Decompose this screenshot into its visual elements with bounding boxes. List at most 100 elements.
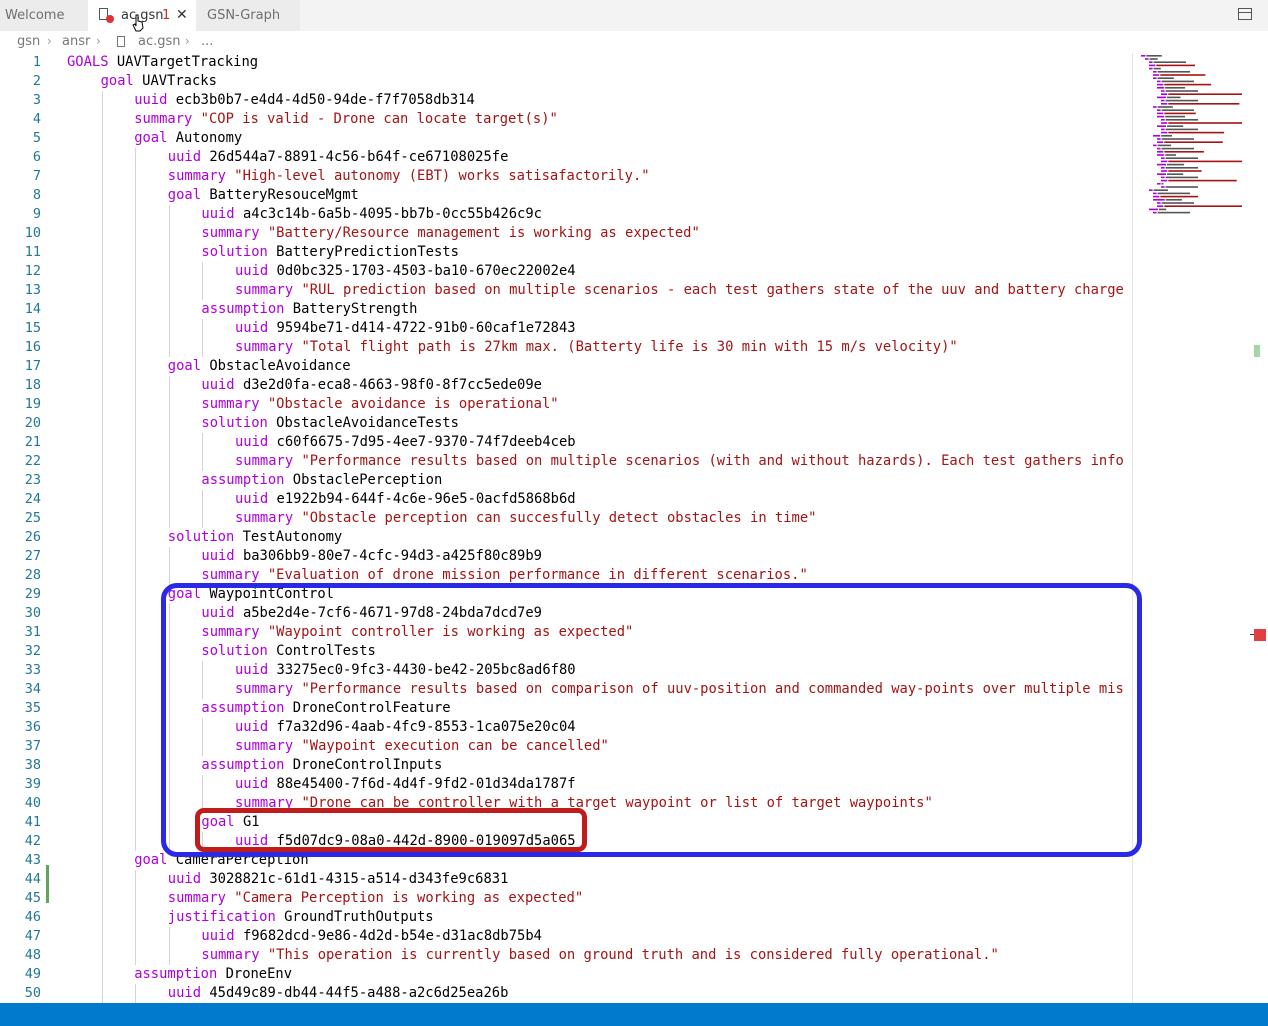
indent-guide: [168, 927, 170, 946]
code-line: solution ControlTests: [201, 642, 375, 661]
indent-guide: [101, 91, 103, 110]
identifier-token: d3e2d0fa-eca8-4663-98f0-8f7cc5ede09e: [242, 377, 542, 393]
keyword-token: solution: [201, 643, 268, 659]
keyword-token: assumption: [134, 966, 218, 982]
indent-guide: [135, 300, 137, 319]
indent-guide: [168, 262, 170, 281]
indent-guide: [135, 224, 137, 243]
keyword-token: uuid: [235, 491, 269, 507]
minimap-token: [1149, 67, 1153, 70]
indent-guide: [168, 452, 170, 471]
indent-guide: [168, 623, 170, 642]
indent-guide: [101, 680, 103, 699]
identifier-token: ObstacleAvoidance: [209, 358, 351, 374]
code-line: summary "High-level autonomy (EBT) works…: [168, 167, 650, 186]
minimap-token: [1153, 211, 1157, 214]
tab-gsn-graph[interactable]: GSN-Graph: [196, 0, 300, 31]
code-line: summary "Drone can be controller with a …: [235, 794, 933, 813]
keyword-token: summary: [235, 795, 294, 811]
minimap-token: [1161, 186, 1165, 188]
code-line: uuid a5be2d4e-7cf6-4671-97d8-24bda7dcd7e…: [201, 604, 542, 623]
keyword-token: summary: [201, 947, 260, 963]
code-line: summary "Battery/Resource management is …: [201, 224, 699, 243]
keyword-token: goal: [167, 586, 202, 602]
minimap-token: [1161, 103, 1168, 105]
identifier-token: f7a32d96-4aab-4fc9-8553-1ca075e20c04: [276, 719, 576, 735]
code-line: assumption BatteryStrength: [201, 300, 417, 319]
keyword-token: uuid: [235, 833, 269, 849]
indent-guide: [168, 813, 170, 832]
indent-guide: [101, 756, 103, 775]
code-line: assumption ObstaclePerception: [201, 471, 442, 490]
indent-guide: [135, 452, 137, 471]
line-number: 6: [32, 149, 41, 165]
indent-guide: [135, 680, 137, 699]
minimap-token: [1157, 106, 1173, 108]
indent-guide: [135, 870, 137, 889]
line-number: 30: [24, 605, 41, 621]
code-editor[interactable]: GOALS UAVTargetTracking goal UAVTracks uui…: [60, 53, 1132, 1003]
line-number: 21: [24, 434, 41, 450]
code-line: uuid 0d0bc325-1703-4503-ba10-670ec22002e…: [235, 262, 576, 281]
line-number: 45: [24, 890, 41, 906]
keyword-token: summary: [235, 282, 294, 298]
minimap[interactable]: [1132, 53, 1255, 1003]
breadcrumb-ansr[interactable]: ansr: [62, 34, 90, 49]
indent-guide: [135, 357, 137, 376]
keyword-token: uuid: [235, 320, 269, 336]
line-number: 9: [32, 206, 41, 222]
line-number: 46: [24, 909, 41, 925]
keyword-token: justification: [167, 909, 276, 925]
indent-guide: [168, 376, 170, 395]
minimap-token: [1168, 160, 1242, 163]
vertical-scrollbar[interactable]: [1250, 53, 1268, 1003]
indent-guide: [101, 338, 103, 357]
identifier-token: 0d0bc325-1703-4503-ba10-670ec22002e4: [276, 263, 576, 279]
breadcrumb-more[interactable]: ...: [201, 34, 213, 49]
minimap-token: [1161, 122, 1168, 124]
line-number: 34: [24, 681, 41, 697]
indent-guide: [202, 452, 204, 471]
keyword-token: goal: [134, 852, 168, 868]
indent-guide: [135, 661, 137, 680]
minimap-token: [1157, 138, 1161, 140]
tab-welcome-label: Welcome: [5, 8, 65, 23]
identifier-token: f9682dcd-9e86-4d2d-b54e-d31ac8db75b4: [242, 928, 542, 944]
indent-guide: [101, 262, 103, 281]
keyword-token: goal: [100, 73, 134, 89]
error-icon: [106, 15, 114, 23]
minimap-token: [1164, 205, 1242, 207]
minimap-token: [1157, 80, 1161, 83]
code-line: uuid 26d544a7-8891-4c56-b64f-ce67108025f…: [168, 148, 509, 167]
line-number: 19: [24, 396, 41, 412]
tab-welcome[interactable]: Welcome: [0, 0, 88, 31]
keyword-token: summary: [235, 738, 294, 754]
minimap-token: [1157, 173, 1166, 175]
breadcrumb-gsn[interactable]: gsn: [17, 34, 40, 49]
indent-guide: [168, 775, 170, 794]
indent-guide: [101, 984, 103, 1003]
chevron-right-icon: ›: [47, 34, 52, 48]
indent-guide: [135, 528, 137, 547]
close-icon[interactable]: ✕: [176, 0, 188, 31]
code-line: uuid c60f6675-7d95-4ee7-9370-74f7deeb4ce…: [235, 433, 576, 452]
identifier-token: BatteryPredictionTests: [276, 244, 459, 260]
breadcrumb-file[interactable]: ac.gsn: [138, 34, 181, 49]
minimap-token: [1157, 96, 1166, 99]
keyword-token: assumption: [201, 301, 285, 317]
identifier-token: 3028821c-61d1-4315-a514-d343fe9c6831: [209, 871, 509, 887]
minimap-token: [1157, 202, 1161, 204]
identifier-token: UAVTracks: [142, 73, 217, 89]
code-line: goal BatteryResouceMgmt: [168, 186, 359, 205]
line-number: 38: [24, 757, 41, 773]
indent-guide: [135, 927, 137, 946]
indent-guide: [135, 490, 137, 509]
minimap-token: [1153, 189, 1168, 191]
line-number: 20: [24, 415, 41, 431]
identifier-token: c60f6675-7d95-4ee7-9370-74f7deeb4ceb: [276, 434, 576, 450]
modified-lines-indicator: [46, 865, 49, 903]
split-editor-icon[interactable]: [1238, 8, 1252, 20]
minimap-token: [1161, 80, 1194, 83]
indent-guide: [135, 756, 137, 775]
chevron-right-icon: ›: [185, 34, 190, 48]
